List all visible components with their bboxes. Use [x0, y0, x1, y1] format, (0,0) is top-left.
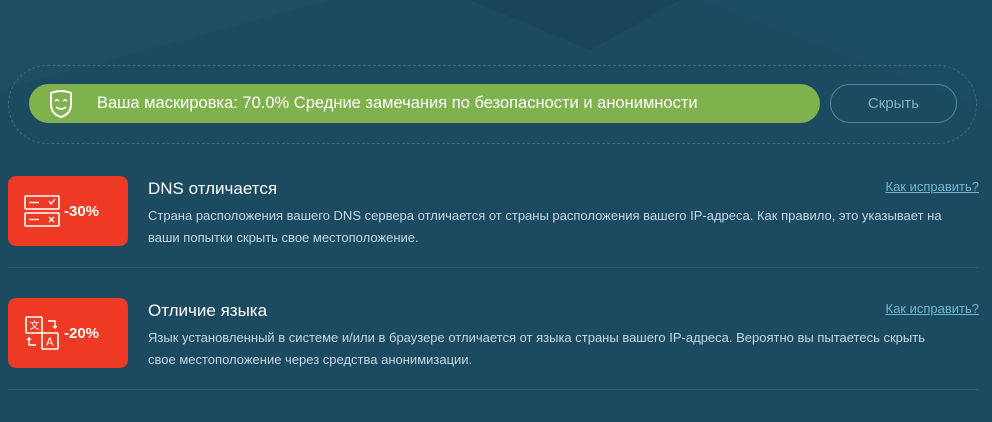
masking-summary-bar: Ваша маскировка: 70.0% Средние замечания… — [29, 84, 820, 123]
penalty-badge: 文 A -20% — [8, 298, 128, 368]
dns-server-icon — [22, 191, 62, 231]
how-to-fix-link[interactable]: Как исправить? — [886, 179, 980, 194]
language-translate-icon: 文 A — [22, 313, 62, 353]
hide-button[interactable]: Скрыть — [830, 84, 957, 123]
penalty-value: -30% — [64, 202, 100, 220]
divider — [8, 389, 978, 390]
issue-description: Язык установленный в системе и/или в бра… — [148, 330, 925, 367]
issue-title: Отличие языка — [148, 301, 268, 320]
penalty-badge: -30% — [8, 176, 128, 246]
issue-description: Страна расположения вашего DNS сервера о… — [148, 208, 942, 245]
svg-text:文: 文 — [30, 319, 40, 332]
mask-icon — [46, 89, 76, 119]
masking-summary-text: Ваша маскировка: 70.0% Средние замечания… — [97, 94, 698, 112]
svg-text:A: A — [46, 336, 54, 349]
issue-dns: -30% DNS отличается Как исправить? Стран… — [0, 146, 992, 268]
issue-title: DNS отличается — [148, 179, 278, 198]
penalty-value: -20% — [64, 324, 100, 342]
how-to-fix-link[interactable]: Как исправить? — [886, 301, 980, 316]
issue-language: 文 A -20% Отличие языка Как исправить? Яз… — [0, 268, 992, 390]
